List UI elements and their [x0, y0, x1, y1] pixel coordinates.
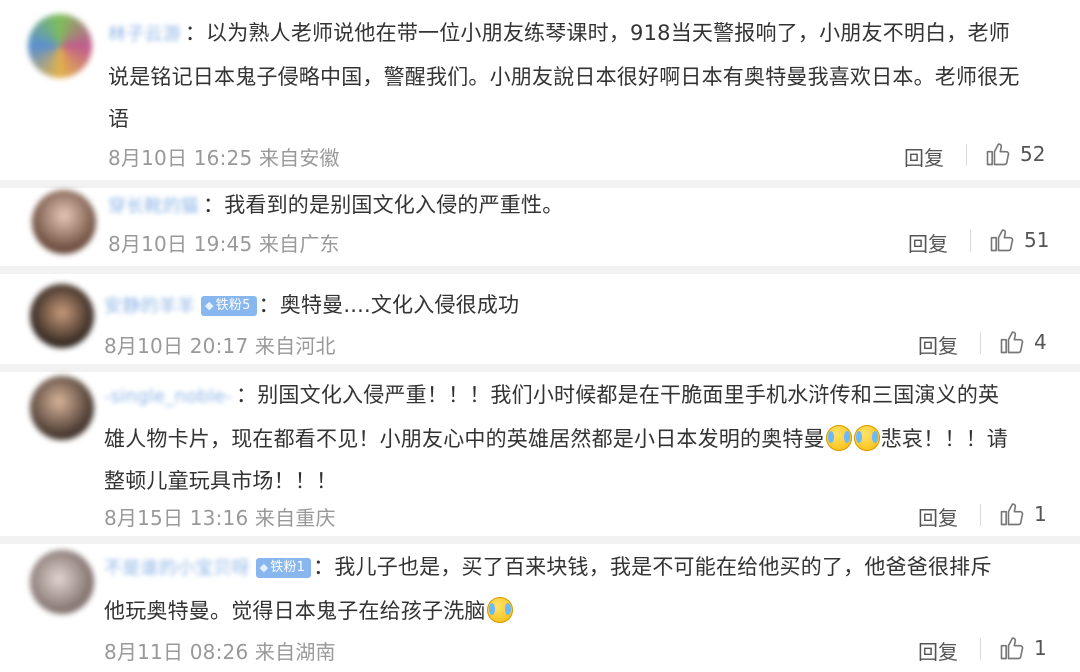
- username[interactable]: 穿长靴的猫: [108, 186, 199, 228]
- thumbs-up-icon[interactable]: [998, 328, 1026, 356]
- like-count: 1: [1034, 636, 1047, 660]
- avatar[interactable]: [30, 284, 94, 348]
- avatar[interactable]: [30, 550, 94, 614]
- separator: [0, 364, 1080, 372]
- crying-laugh-emoji-icon: [853, 425, 880, 451]
- comment-meta: 8月10日 19:45 来自广东: [108, 232, 340, 256]
- comment-meta: 8月15日 13:16 来自重庆: [104, 506, 336, 530]
- avatar[interactable]: [32, 190, 96, 254]
- reply-button[interactable]: 回复: [918, 636, 958, 665]
- comment-meta: 8月11日 08:26 来自湖南: [104, 640, 336, 664]
- divider: [980, 332, 981, 354]
- thumbs-up-icon[interactable]: [988, 226, 1016, 254]
- thumbs-up-icon[interactable]: [984, 140, 1012, 168]
- like-count: 51: [1024, 228, 1050, 252]
- thumbs-up-icon[interactable]: [998, 634, 1026, 662]
- username[interactable]: -single_noble-: [104, 376, 232, 418]
- diamond-icon: ◆: [259, 561, 269, 574]
- comment-text: 穿长靴的猫 ：我看到的是别国文化入侵的严重性。: [108, 184, 1048, 228]
- comment-item: 穿长靴的猫 ：我看到的是别国文化入侵的严重性。 8月10日 19:45 来自广东 …: [0, 188, 1080, 264]
- username[interactable]: 林子云游: [108, 14, 181, 56]
- comment-text: 安静的羊羊 ◆ 铁粉5 ：奥特曼....文化入侵很成功: [104, 284, 1044, 328]
- avatar[interactable]: [28, 14, 92, 78]
- reply-button[interactable]: 回复: [918, 330, 958, 359]
- divider: [966, 144, 967, 166]
- thumbs-up-icon[interactable]: [998, 500, 1026, 528]
- reply-button[interactable]: 回复: [904, 142, 944, 171]
- like-count: 1: [1034, 502, 1047, 526]
- username[interactable]: 安静的羊羊: [104, 286, 195, 328]
- crying-laugh-emoji-icon: [825, 425, 852, 451]
- divider: [980, 638, 981, 660]
- comment-item: 林子云游 ：以为熟人老师说他在带一位小朋友练琴课时，918当天警报响了，小朋友不明…: [0, 0, 1080, 180]
- like-count: 52: [1020, 142, 1046, 166]
- comment-item: -single_noble- ：别国文化入侵严重！！！我们小时候都是在干脆面里手机…: [0, 372, 1080, 536]
- comment-item: 不是谁的小宝贝呀 ◆ 铁粉1 ：我儿子也是，买了百来块钱，我是不可能在给他买的了，他爸…: [0, 544, 1080, 672]
- reply-button[interactable]: 回复: [908, 228, 948, 257]
- reply-button[interactable]: 回复: [918, 502, 958, 531]
- diamond-icon: ◆: [205, 299, 214, 312]
- crying-laugh-emoji-icon: [486, 597, 513, 623]
- comment-item: 安静的羊羊 ◆ 铁粉5 ：奥特曼....文化入侵很成功 8月10日 20:17 来自河…: [0, 274, 1080, 362]
- fan-badge: ◆ 铁粉1: [255, 558, 312, 578]
- comment-meta: 8月10日 16:25 来自安徽: [108, 146, 340, 170]
- separator: [0, 266, 1080, 274]
- like-count: 4: [1034, 330, 1047, 354]
- divider: [980, 504, 981, 526]
- comment-text: -single_noble- ：别国文化入侵严重！！！我们小时候都是在干脆面里手机…: [104, 374, 1054, 502]
- divider: [970, 230, 971, 252]
- username[interactable]: 不是谁的小宝贝呀: [104, 548, 250, 590]
- avatar[interactable]: [30, 376, 94, 440]
- fan-badge: ◆ 铁粉5: [201, 296, 257, 316]
- comment-meta: 8月10日 20:17 来自河北: [104, 334, 336, 358]
- separator: [0, 536, 1080, 544]
- comment-text: 不是谁的小宝贝呀 ◆ 铁粉1 ：我儿子也是，买了百来块钱，我是不可能在给他买的了，他爸…: [104, 546, 1054, 632]
- comment-text: 林子云游 ：以为熟人老师说他在带一位小朋友练琴课时，918当天警报响了，小朋友不明…: [108, 12, 1048, 140]
